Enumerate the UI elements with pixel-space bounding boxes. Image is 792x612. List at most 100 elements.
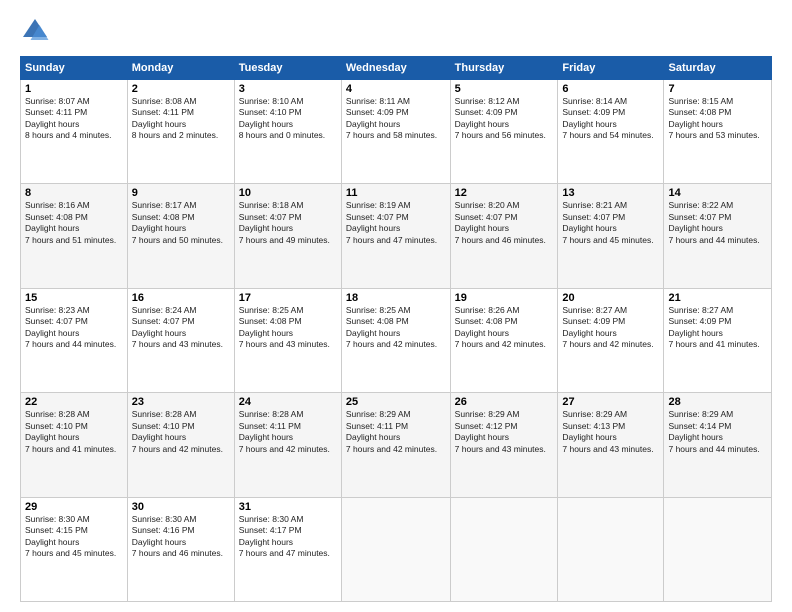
calendar-day-cell: 20 Sunrise: 8:27 AMSunset: 4:09 PMDaylig… bbox=[558, 288, 664, 392]
day-number: 24 bbox=[239, 396, 337, 408]
day-info: Sunrise: 8:29 AMSunset: 4:12 PMDaylight … bbox=[455, 409, 546, 453]
day-info: Sunrise: 8:07 AMSunset: 4:11 PMDaylight … bbox=[25, 96, 111, 140]
logo-icon bbox=[20, 16, 50, 46]
calendar-day-cell: 22 Sunrise: 8:28 AMSunset: 4:10 PMDaylig… bbox=[21, 393, 128, 497]
calendar-day-cell: 13 Sunrise: 8:21 AMSunset: 4:07 PMDaylig… bbox=[558, 184, 664, 288]
day-number: 21 bbox=[668, 292, 767, 304]
calendar-day-cell: 28 Sunrise: 8:29 AMSunset: 4:14 PMDaylig… bbox=[664, 393, 772, 497]
calendar-day-cell: 11 Sunrise: 8:19 AMSunset: 4:07 PMDaylig… bbox=[341, 184, 450, 288]
calendar-day-cell: 26 Sunrise: 8:29 AMSunset: 4:12 PMDaylig… bbox=[450, 393, 558, 497]
weekday-header: Wednesday bbox=[341, 57, 450, 80]
calendar-day-cell: 4 Sunrise: 8:11 AMSunset: 4:09 PMDayligh… bbox=[341, 80, 450, 184]
day-info: Sunrise: 8:29 AMSunset: 4:13 PMDaylight … bbox=[562, 409, 653, 453]
calendar-day-cell bbox=[341, 497, 450, 601]
day-info: Sunrise: 8:11 AMSunset: 4:09 PMDaylight … bbox=[346, 96, 437, 140]
day-info: Sunrise: 8:10 AMSunset: 4:10 PMDaylight … bbox=[239, 96, 325, 140]
calendar-day-cell: 2 Sunrise: 8:08 AMSunset: 4:11 PMDayligh… bbox=[127, 80, 234, 184]
calendar-day-cell: 1 Sunrise: 8:07 AMSunset: 4:11 PMDayligh… bbox=[21, 80, 128, 184]
calendar-week-row: 29 Sunrise: 8:30 AMSunset: 4:15 PMDaylig… bbox=[21, 497, 772, 601]
day-info: Sunrise: 8:22 AMSunset: 4:07 PMDaylight … bbox=[668, 200, 759, 244]
calendar-day-cell: 31 Sunrise: 8:30 AMSunset: 4:17 PMDaylig… bbox=[234, 497, 341, 601]
day-number: 27 bbox=[562, 396, 659, 408]
day-info: Sunrise: 8:28 AMSunset: 4:11 PMDaylight … bbox=[239, 409, 330, 453]
calendar-day-cell: 12 Sunrise: 8:20 AMSunset: 4:07 PMDaylig… bbox=[450, 184, 558, 288]
day-number: 19 bbox=[455, 292, 554, 304]
day-info: Sunrise: 8:30 AMSunset: 4:15 PMDaylight … bbox=[25, 514, 116, 558]
calendar-day-cell: 24 Sunrise: 8:28 AMSunset: 4:11 PMDaylig… bbox=[234, 393, 341, 497]
calendar-day-cell: 8 Sunrise: 8:16 AMSunset: 4:08 PMDayligh… bbox=[21, 184, 128, 288]
day-number: 7 bbox=[668, 83, 767, 95]
day-number: 2 bbox=[132, 83, 230, 95]
weekday-header: Tuesday bbox=[234, 57, 341, 80]
page: SundayMondayTuesdayWednesdayThursdayFrid… bbox=[0, 0, 792, 612]
day-number: 14 bbox=[668, 187, 767, 199]
calendar-day-cell: 21 Sunrise: 8:27 AMSunset: 4:09 PMDaylig… bbox=[664, 288, 772, 392]
day-info: Sunrise: 8:30 AMSunset: 4:17 PMDaylight … bbox=[239, 514, 330, 558]
day-number: 18 bbox=[346, 292, 446, 304]
day-number: 11 bbox=[346, 187, 446, 199]
calendar-day-cell: 30 Sunrise: 8:30 AMSunset: 4:16 PMDaylig… bbox=[127, 497, 234, 601]
weekday-header: Saturday bbox=[664, 57, 772, 80]
calendar-day-cell: 3 Sunrise: 8:10 AMSunset: 4:10 PMDayligh… bbox=[234, 80, 341, 184]
day-number: 20 bbox=[562, 292, 659, 304]
day-info: Sunrise: 8:16 AMSunset: 4:08 PMDaylight … bbox=[25, 200, 116, 244]
weekday-header: Thursday bbox=[450, 57, 558, 80]
day-info: Sunrise: 8:25 AMSunset: 4:08 PMDaylight … bbox=[346, 305, 437, 349]
calendar: SundayMondayTuesdayWednesdayThursdayFrid… bbox=[20, 56, 772, 602]
day-info: Sunrise: 8:29 AMSunset: 4:14 PMDaylight … bbox=[668, 409, 759, 453]
day-number: 23 bbox=[132, 396, 230, 408]
day-info: Sunrise: 8:28 AMSunset: 4:10 PMDaylight … bbox=[25, 409, 116, 453]
calendar-day-cell: 16 Sunrise: 8:24 AMSunset: 4:07 PMDaylig… bbox=[127, 288, 234, 392]
day-info: Sunrise: 8:12 AMSunset: 4:09 PMDaylight … bbox=[455, 96, 546, 140]
calendar-day-cell: 23 Sunrise: 8:28 AMSunset: 4:10 PMDaylig… bbox=[127, 393, 234, 497]
day-number: 16 bbox=[132, 292, 230, 304]
day-info: Sunrise: 8:18 AMSunset: 4:07 PMDaylight … bbox=[239, 200, 330, 244]
calendar-day-cell: 6 Sunrise: 8:14 AMSunset: 4:09 PMDayligh… bbox=[558, 80, 664, 184]
day-info: Sunrise: 8:23 AMSunset: 4:07 PMDaylight … bbox=[25, 305, 116, 349]
day-info: Sunrise: 8:08 AMSunset: 4:11 PMDaylight … bbox=[132, 96, 218, 140]
calendar-day-cell: 5 Sunrise: 8:12 AMSunset: 4:09 PMDayligh… bbox=[450, 80, 558, 184]
day-number: 26 bbox=[455, 396, 554, 408]
logo bbox=[20, 16, 52, 46]
calendar-week-row: 8 Sunrise: 8:16 AMSunset: 4:08 PMDayligh… bbox=[21, 184, 772, 288]
calendar-week-row: 15 Sunrise: 8:23 AMSunset: 4:07 PMDaylig… bbox=[21, 288, 772, 392]
day-info: Sunrise: 8:27 AMSunset: 4:09 PMDaylight … bbox=[668, 305, 759, 349]
calendar-day-cell: 29 Sunrise: 8:30 AMSunset: 4:15 PMDaylig… bbox=[21, 497, 128, 601]
day-number: 12 bbox=[455, 187, 554, 199]
calendar-day-cell: 27 Sunrise: 8:29 AMSunset: 4:13 PMDaylig… bbox=[558, 393, 664, 497]
weekday-header: Monday bbox=[127, 57, 234, 80]
header bbox=[20, 16, 772, 46]
day-number: 4 bbox=[346, 83, 446, 95]
day-number: 5 bbox=[455, 83, 554, 95]
calendar-day-cell: 14 Sunrise: 8:22 AMSunset: 4:07 PMDaylig… bbox=[664, 184, 772, 288]
calendar-day-cell bbox=[558, 497, 664, 601]
calendar-header-row: SundayMondayTuesdayWednesdayThursdayFrid… bbox=[21, 57, 772, 80]
calendar-day-cell: 18 Sunrise: 8:25 AMSunset: 4:08 PMDaylig… bbox=[341, 288, 450, 392]
day-number: 28 bbox=[668, 396, 767, 408]
day-number: 15 bbox=[25, 292, 123, 304]
calendar-day-cell: 25 Sunrise: 8:29 AMSunset: 4:11 PMDaylig… bbox=[341, 393, 450, 497]
day-number: 10 bbox=[239, 187, 337, 199]
day-info: Sunrise: 8:21 AMSunset: 4:07 PMDaylight … bbox=[562, 200, 653, 244]
day-info: Sunrise: 8:20 AMSunset: 4:07 PMDaylight … bbox=[455, 200, 546, 244]
day-info: Sunrise: 8:17 AMSunset: 4:08 PMDaylight … bbox=[132, 200, 223, 244]
day-info: Sunrise: 8:30 AMSunset: 4:16 PMDaylight … bbox=[132, 514, 223, 558]
day-number: 1 bbox=[25, 83, 123, 95]
day-info: Sunrise: 8:27 AMSunset: 4:09 PMDaylight … bbox=[562, 305, 653, 349]
day-number: 8 bbox=[25, 187, 123, 199]
calendar-day-cell: 9 Sunrise: 8:17 AMSunset: 4:08 PMDayligh… bbox=[127, 184, 234, 288]
day-info: Sunrise: 8:15 AMSunset: 4:08 PMDaylight … bbox=[668, 96, 759, 140]
calendar-day-cell: 7 Sunrise: 8:15 AMSunset: 4:08 PMDayligh… bbox=[664, 80, 772, 184]
calendar-day-cell: 10 Sunrise: 8:18 AMSunset: 4:07 PMDaylig… bbox=[234, 184, 341, 288]
day-number: 22 bbox=[25, 396, 123, 408]
weekday-header: Friday bbox=[558, 57, 664, 80]
calendar-day-cell bbox=[450, 497, 558, 601]
day-number: 9 bbox=[132, 187, 230, 199]
calendar-week-row: 1 Sunrise: 8:07 AMSunset: 4:11 PMDayligh… bbox=[21, 80, 772, 184]
day-info: Sunrise: 8:29 AMSunset: 4:11 PMDaylight … bbox=[346, 409, 437, 453]
day-number: 30 bbox=[132, 501, 230, 513]
day-number: 17 bbox=[239, 292, 337, 304]
day-number: 25 bbox=[346, 396, 446, 408]
day-number: 31 bbox=[239, 501, 337, 513]
day-info: Sunrise: 8:14 AMSunset: 4:09 PMDaylight … bbox=[562, 96, 653, 140]
